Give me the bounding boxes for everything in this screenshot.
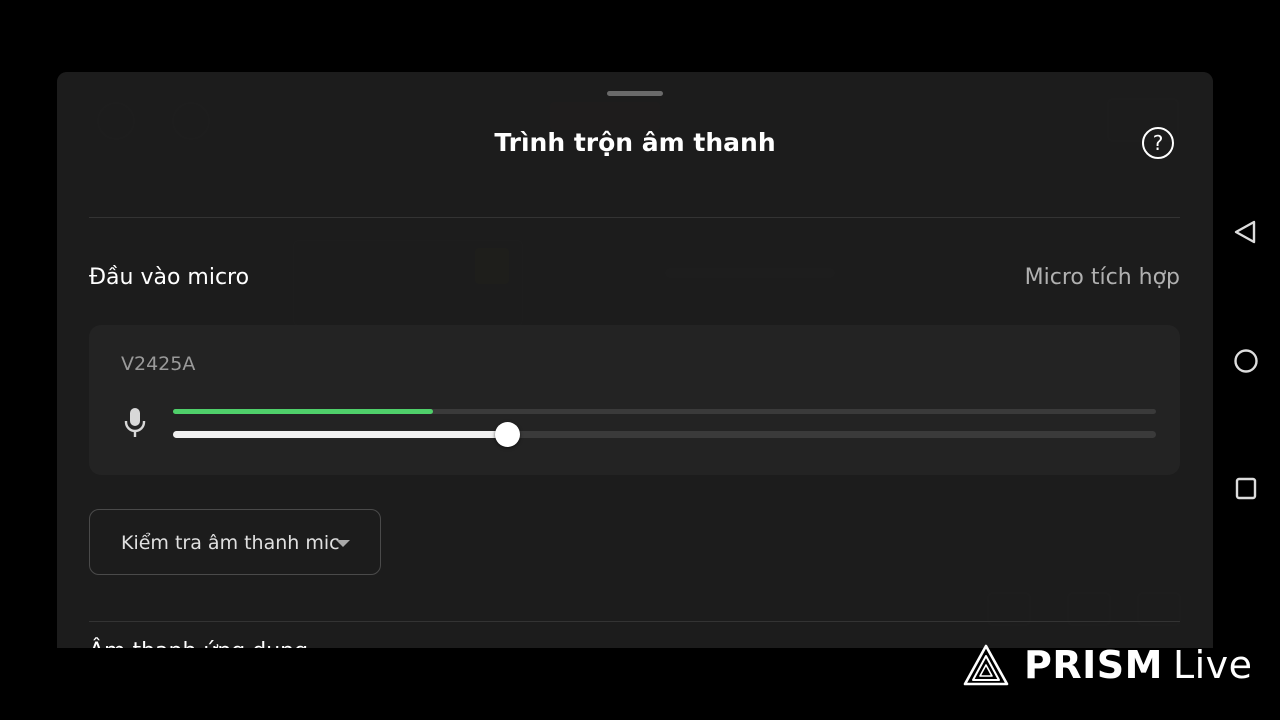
mic-input-label: Đầu vào micro bbox=[89, 265, 250, 290]
volume-slider-fill bbox=[173, 431, 508, 438]
input-level-meter bbox=[173, 409, 1156, 414]
device-name: V2425A bbox=[121, 353, 196, 375]
sheet-title: Trình trộn âm thanh bbox=[494, 128, 776, 157]
input-level-fill bbox=[173, 409, 434, 414]
mic-test-dropdown[interactable]: Kiểm tra âm thanh mic bbox=[89, 509, 381, 575]
app-audio-label: Âm thanh ứng dụng bbox=[89, 639, 308, 648]
mic-test-label: Kiểm tra âm thanh mic bbox=[121, 532, 340, 554]
volume-slider[interactable] bbox=[173, 422, 1156, 447]
watermark-brand: PRISM bbox=[1024, 643, 1163, 687]
prism-live-watermark: PRISM Live bbox=[962, 640, 1253, 690]
drag-handle[interactable] bbox=[607, 91, 663, 96]
mic-input-value[interactable]: Micro tích hợp bbox=[1025, 265, 1180, 290]
audio-mixer-sheet: Trình trộn âm thanh ? Đầu vào micro Micr… bbox=[57, 72, 1213, 648]
microphone-icon[interactable] bbox=[123, 407, 147, 439]
divider-bottom bbox=[89, 621, 1180, 622]
recents-square-icon[interactable] bbox=[1232, 476, 1260, 502]
help-circle-icon[interactable]: ? bbox=[1142, 127, 1174, 159]
caret-down-icon bbox=[336, 540, 350, 547]
prism-logo-icon bbox=[963, 644, 1009, 686]
device-card: V2425A bbox=[89, 325, 1180, 475]
back-triangle-icon[interactable] bbox=[1232, 220, 1260, 244]
volume-slider-thumb[interactable] bbox=[495, 422, 521, 447]
divider-top bbox=[89, 217, 1180, 218]
watermark-suffix: Live bbox=[1172, 643, 1253, 687]
home-circle-icon[interactable] bbox=[1232, 347, 1260, 375]
